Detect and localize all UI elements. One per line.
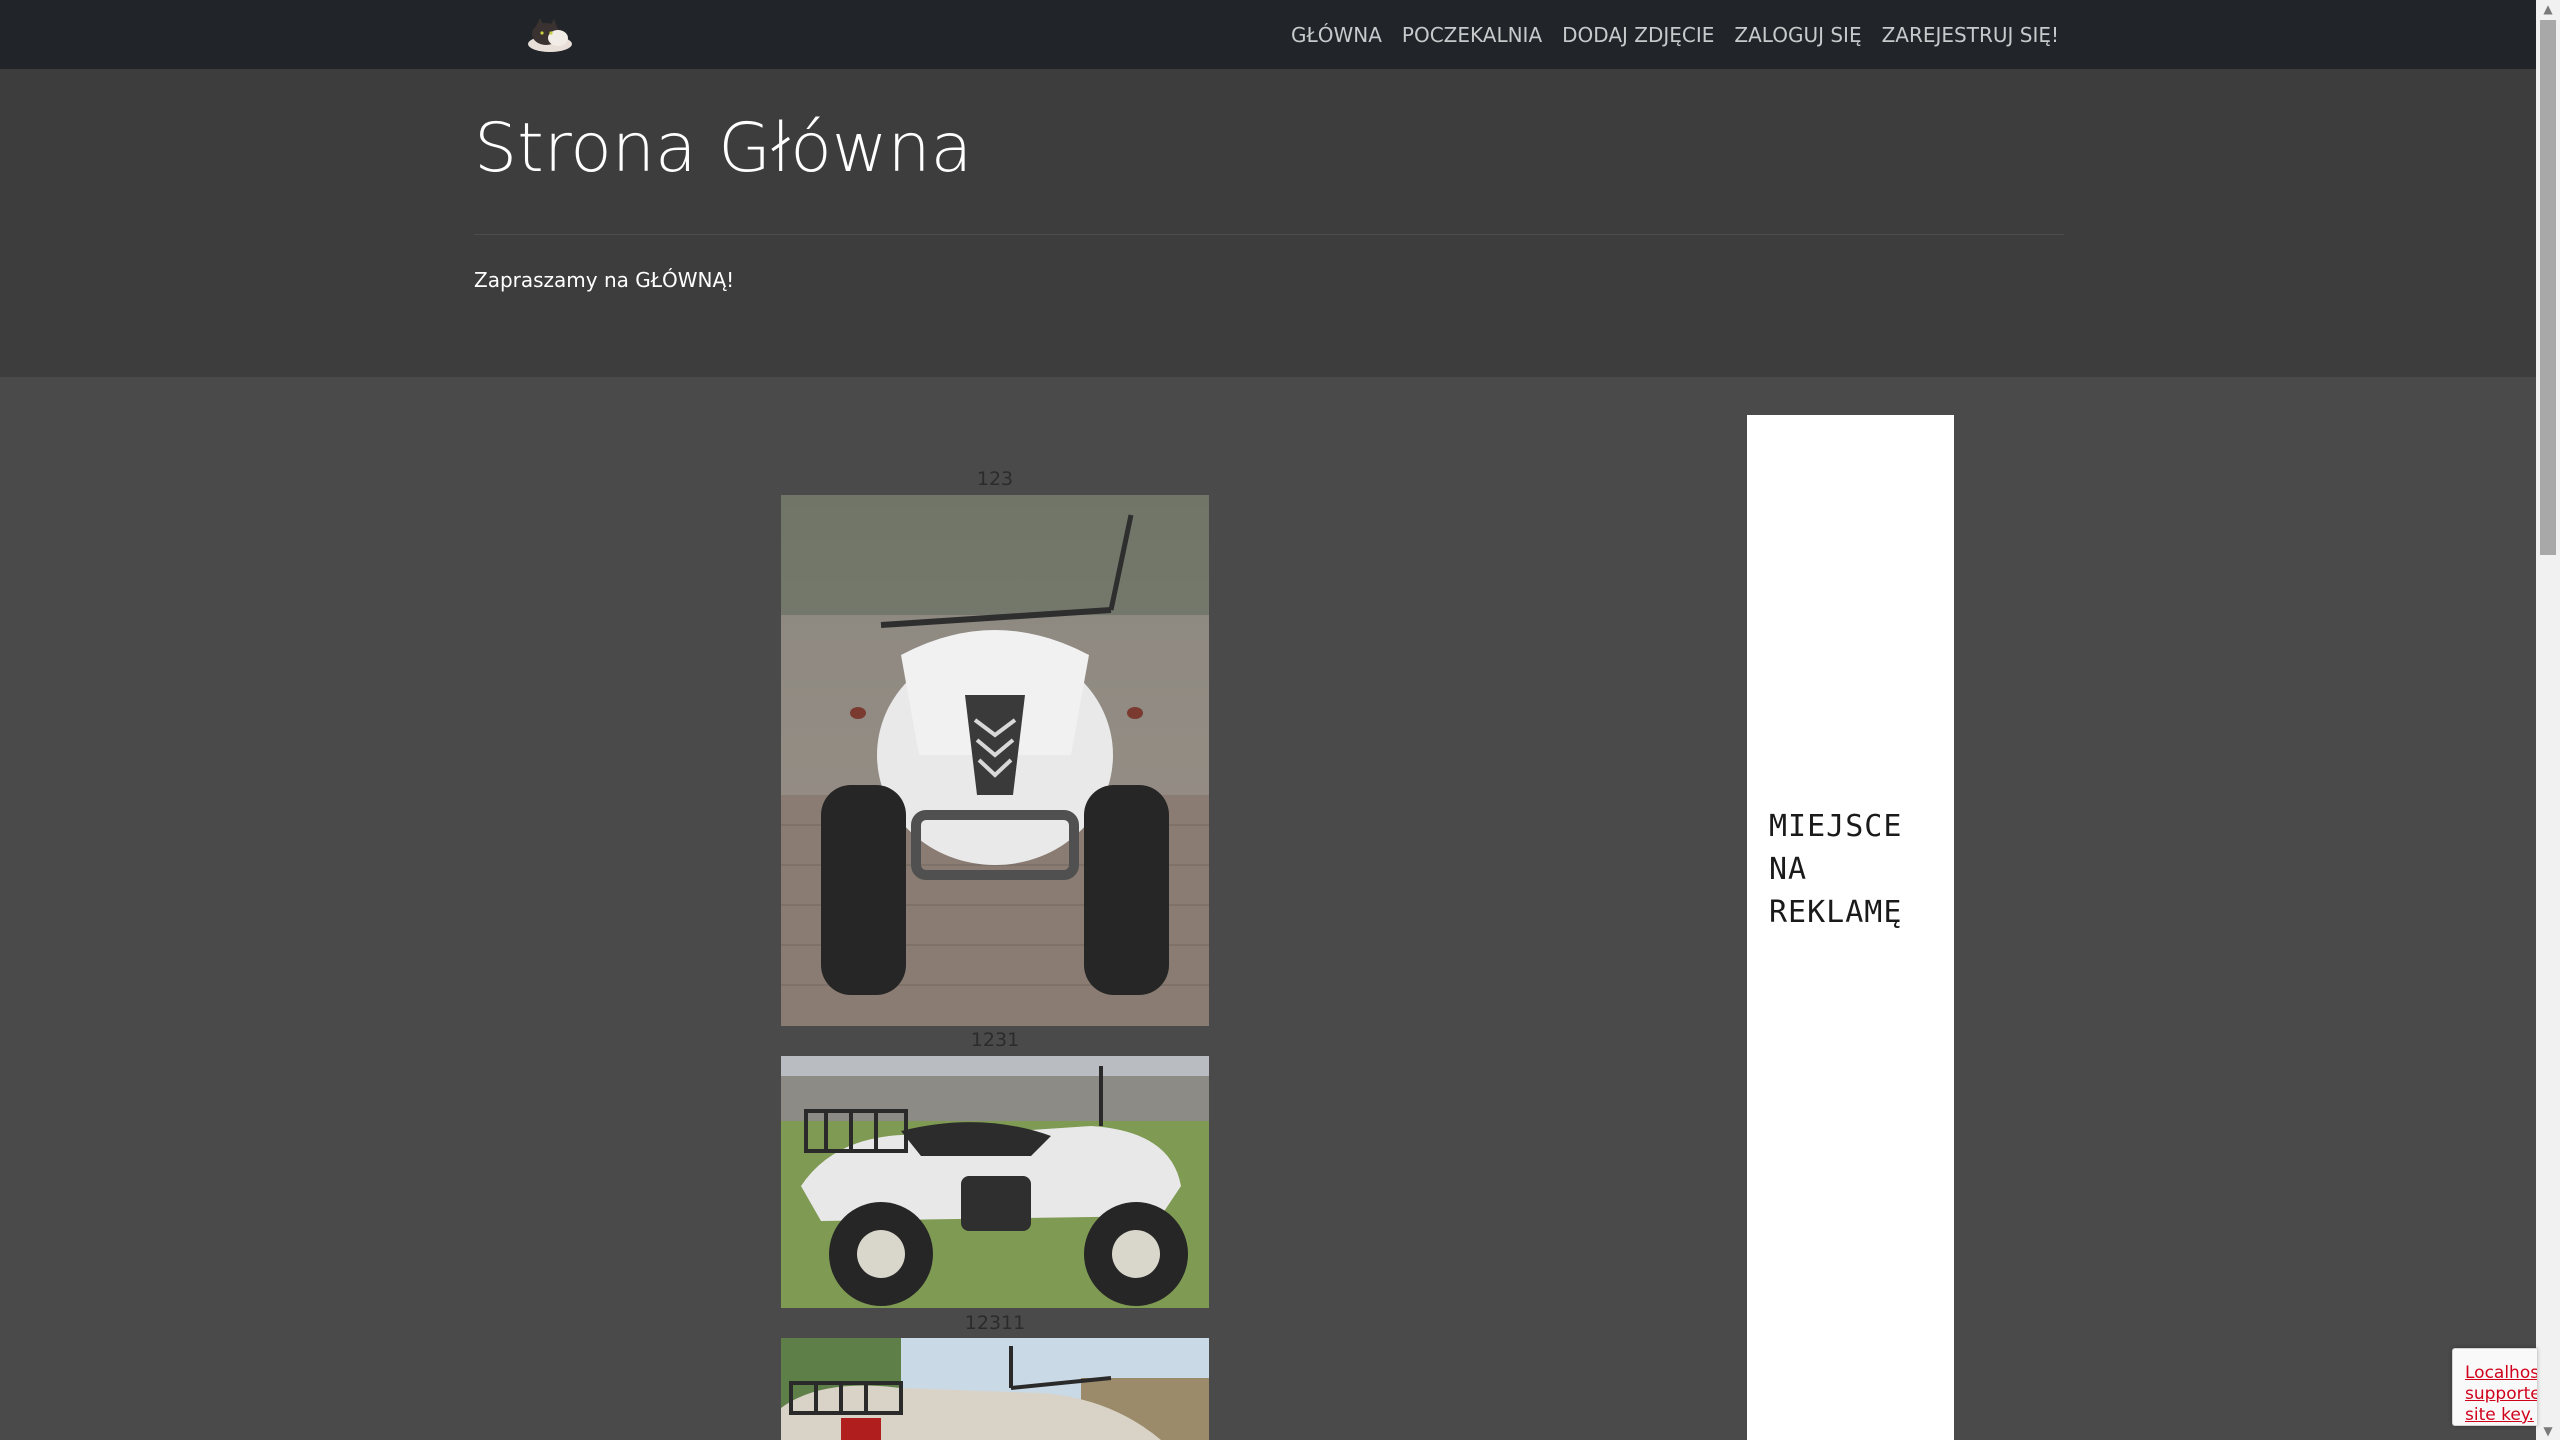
feed-item-image-side-atv[interactable] bbox=[781, 1056, 1209, 1308]
feed-item-title[interactable]: 1231 bbox=[781, 1029, 1209, 1051]
feed-item-title[interactable]: 123 bbox=[781, 468, 1209, 490]
recaptcha-badge[interactable]: Localhost supported site key. bbox=[2452, 1348, 2537, 1426]
nav-link-zaloguj[interactable]: ZALOGUJ SIĘ bbox=[1724, 23, 1871, 47]
logo-cat-icon[interactable] bbox=[520, 16, 578, 54]
recaptcha-error-text[interactable]: Localhost supported site key. bbox=[2465, 1363, 2537, 1425]
page-title: Strona Główna bbox=[474, 109, 973, 188]
nav-link-glowna[interactable]: GŁÓWNA bbox=[1281, 23, 1392, 47]
scroll-up-arrow-icon[interactable]: ▲ bbox=[2536, 0, 2560, 18]
nav-link-dodaj-zdjecie[interactable]: DODAJ ZDJĘCIE bbox=[1552, 23, 1724, 47]
ad-text: MIEJSCE NA REKLAMĘ bbox=[1769, 809, 1903, 930]
nav-link-zarejestruj[interactable]: ZAREJESTRUJ SIĘ! bbox=[1872, 23, 2069, 47]
header-jumbotron bbox=[0, 69, 2536, 377]
feed-item-image-front-atv[interactable] bbox=[781, 495, 1209, 1026]
feed-item-image-rear-atv[interactable] bbox=[781, 1338, 1209, 1440]
welcome-text: Zapraszamy na GŁÓWNĄ! bbox=[474, 268, 735, 292]
feed-item-title[interactable]: 12311 bbox=[781, 1312, 1209, 1334]
ad-banner[interactable]: MIEJSCE NA REKLAMĘ bbox=[1747, 415, 1954, 1440]
nav-link-poczekalnia[interactable]: POCZEKALNIA bbox=[1392, 23, 1552, 47]
main-nav: GŁÓWNA POCZEKALNIA DODAJ ZDJĘCIE ZALOGUJ… bbox=[1281, 0, 2069, 69]
navbar: GŁÓWNA POCZEKALNIA DODAJ ZDJĘCIE ZALOGUJ… bbox=[0, 0, 2536, 69]
scroll-thumb[interactable] bbox=[2540, 20, 2556, 555]
scroll-down-arrow-icon[interactable]: ▼ bbox=[2536, 1422, 2560, 1440]
page-scrollbar[interactable]: ▲ ▼ bbox=[2536, 0, 2560, 1440]
title-divider bbox=[474, 234, 2064, 235]
